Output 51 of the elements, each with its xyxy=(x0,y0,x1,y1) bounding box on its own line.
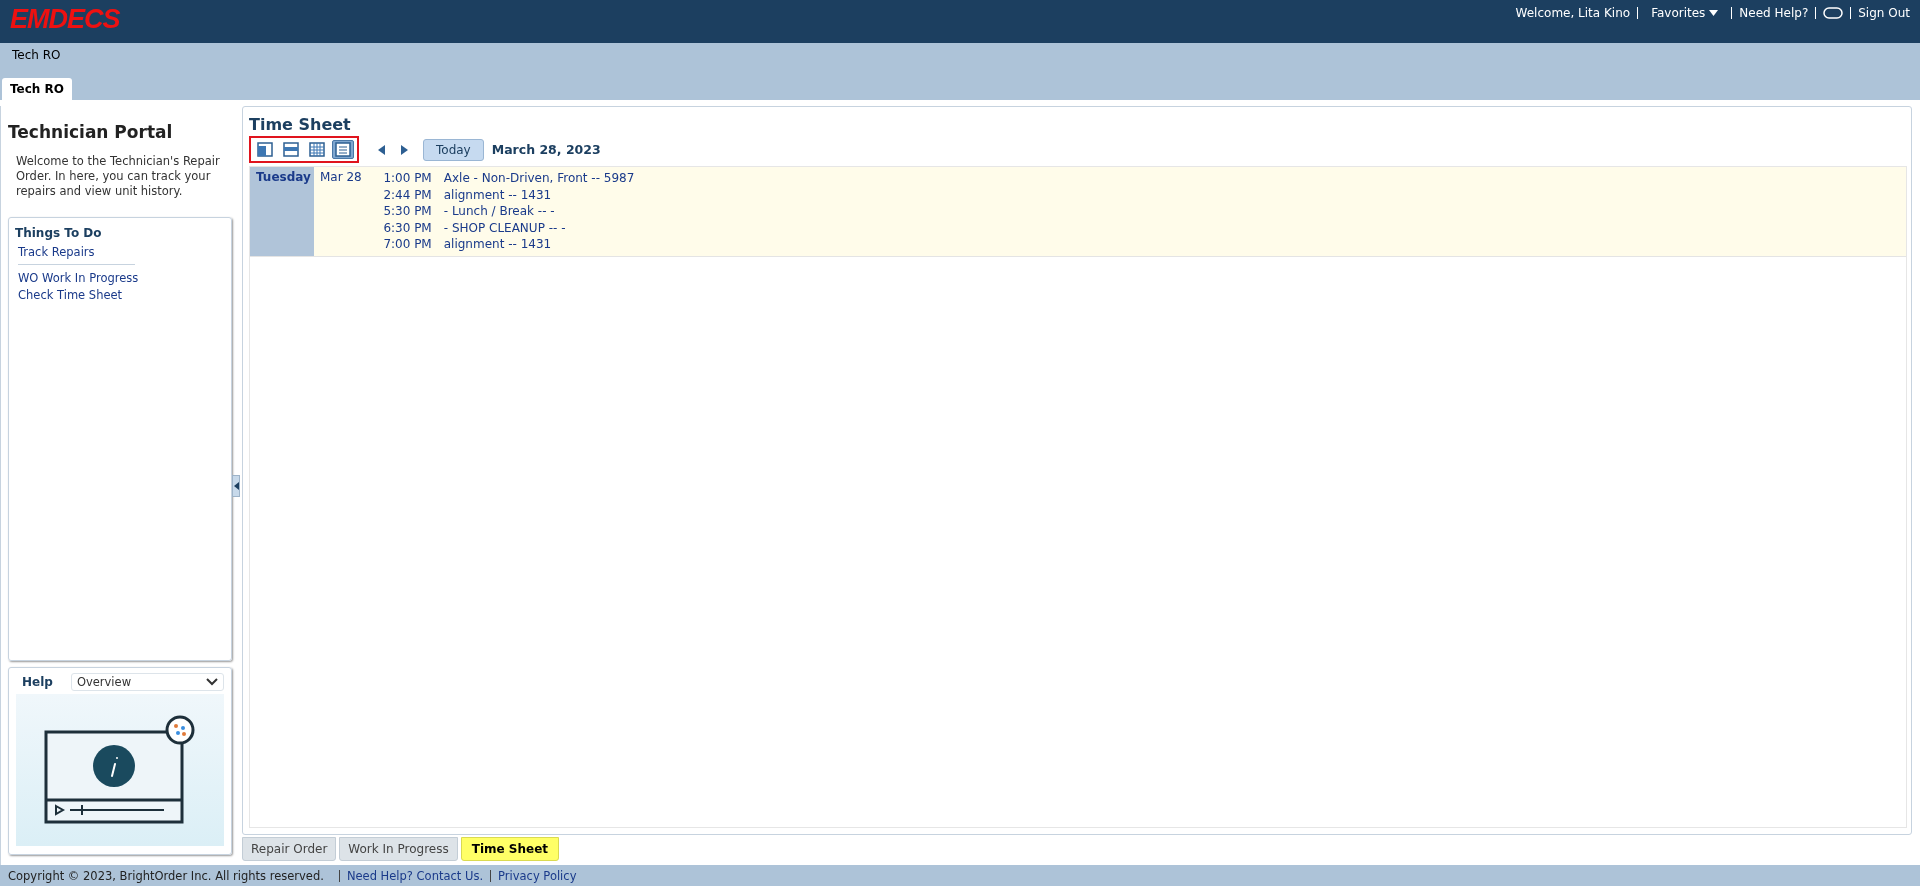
task-link[interactable]: Check Time Sheet xyxy=(18,287,123,304)
header-link[interactable]: Need Help? xyxy=(1739,6,1809,20)
entry-time: 6:30 PM xyxy=(382,219,432,236)
view-button[interactable] xyxy=(280,140,302,159)
entry-title[interactable]: - SHOP CLEANUP -- - xyxy=(443,219,566,236)
intro-text: Welcome to the Technician's Repair Order. In here, you can track your repairs and view unit history. xyxy=(16,154,221,199)
view-button[interactable] xyxy=(306,140,328,159)
triangle-right-icon xyxy=(401,144,408,155)
help-title: Help xyxy=(22,675,53,689)
entry-time: 5:30 PM xyxy=(382,203,432,220)
caret-icon xyxy=(1709,10,1719,16)
favorites-menu[interactable]: Favorites xyxy=(1645,6,1725,20)
header-link[interactable]: Sign Out xyxy=(1858,6,1910,20)
chevron-down-icon xyxy=(206,678,218,686)
page-tab[interactable]: Time Sheet xyxy=(460,837,560,861)
task-link[interactable]: Track Repairs xyxy=(18,244,95,261)
panel-title: Things To Do xyxy=(15,226,102,240)
list-view-icon xyxy=(335,142,351,157)
entry-time: 7:00 PM xyxy=(382,236,432,253)
entry-title[interactable]: alignment -- 1431 xyxy=(443,236,552,253)
view-button[interactable] xyxy=(254,140,276,159)
day-label: Tuesday xyxy=(250,167,314,256)
task-link[interactable]: WO Work In Progress xyxy=(18,270,139,287)
today-button[interactable]: Today xyxy=(423,138,484,161)
entry-title[interactable]: alignment -- 1431 xyxy=(443,186,552,203)
welcome-text: Welcome, Lita Kino xyxy=(1515,6,1631,20)
page-tab[interactable]: Repair Order xyxy=(242,837,337,861)
view-button[interactable] xyxy=(332,140,354,159)
breadcrumb: Tech RO xyxy=(11,47,62,64)
triangle-left-icon xyxy=(378,144,385,155)
help-topic-select[interactable]: Overview xyxy=(70,673,224,691)
month-view-icon xyxy=(309,142,325,157)
entry-title[interactable]: - Lunch / Break -- - xyxy=(443,203,555,220)
time-sheet-title: Time Sheet xyxy=(249,115,352,134)
date-label: Mar 28 xyxy=(320,170,362,186)
footer-link[interactable]: Need Help? Contact Us. xyxy=(346,868,484,883)
copyright-text: Copyright © 2023, BrightOrder Inc. All rights reserved. xyxy=(8,868,324,883)
entry-time: 2:44 PM xyxy=(382,186,432,203)
entry-time: 1:00 PM xyxy=(382,170,432,187)
week-view-icon xyxy=(283,142,299,157)
video-player-drawing[interactable] xyxy=(44,714,196,826)
page-tab[interactable]: Work In Progress xyxy=(339,837,458,861)
day-view-icon xyxy=(257,142,273,157)
footer-link[interactable]: Privacy Policy xyxy=(498,868,577,883)
module-tab[interactable]: Tech RO xyxy=(2,78,72,100)
current-date: March 28, 2023 xyxy=(491,142,601,157)
chat-icon[interactable] xyxy=(1823,7,1844,19)
entry-title[interactable]: Axle - Non-Driven, Front -- 5987 xyxy=(443,170,635,187)
portal-title: Technician Portal xyxy=(8,122,174,142)
triangle-left-icon xyxy=(233,481,239,490)
collapse-handle[interactable] xyxy=(232,474,240,497)
